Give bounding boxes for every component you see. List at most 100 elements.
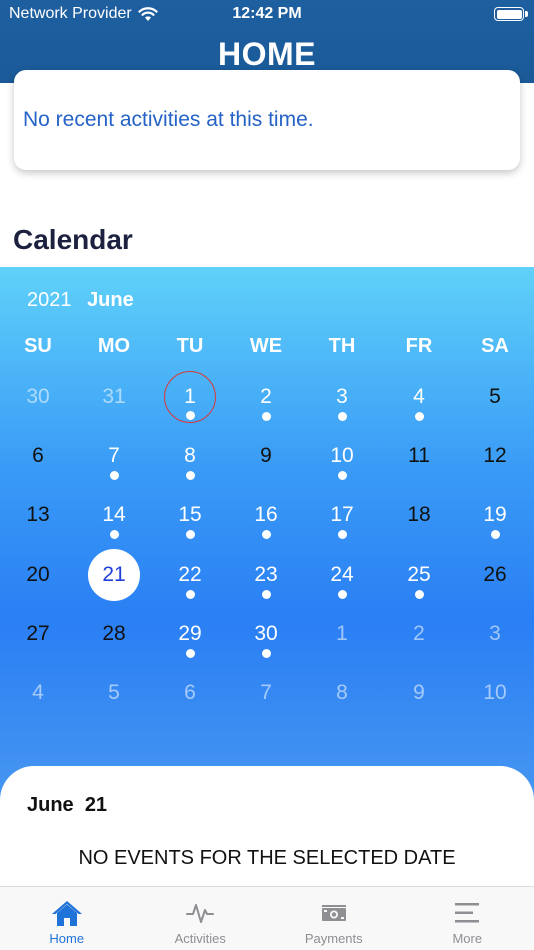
- day-cell[interactable]: 6: [164, 667, 216, 719]
- day-number: 23: [254, 563, 278, 586]
- day-number: 14: [102, 503, 126, 526]
- event-dot: [109, 530, 119, 539]
- day-cell[interactable]: 2: [240, 371, 292, 423]
- day-cell[interactable]: 9: [393, 667, 445, 719]
- day-cell[interactable]: 15: [164, 489, 216, 541]
- day-number: 10: [483, 681, 507, 704]
- day-cell[interactable]: 29: [164, 608, 216, 660]
- day-cell[interactable]: 5: [88, 667, 140, 719]
- day-cell[interactable]: 12: [469, 430, 521, 482]
- day-cell[interactable]: 4: [393, 371, 445, 423]
- day-cell[interactable]: 27: [12, 608, 64, 660]
- day-cell[interactable]: 10: [469, 667, 521, 719]
- event-dot: [337, 530, 347, 539]
- calendar: 2021 June SU MO TU WE TH FR SA 30 31 1 2 3 4 5 6 7 8 9 10…: [0, 267, 534, 837]
- day-cell[interactable]: 9: [240, 430, 292, 482]
- selected-date-sheet: June 21 NO EVENTS FOR THE SELECTED DATE: [0, 766, 534, 886]
- weekday-row: SU MO TU WE TH FR SA: [0, 335, 534, 359]
- day-number: 30: [26, 385, 50, 408]
- day-cell[interactable]: 1: [316, 608, 368, 660]
- day-number: 2: [413, 622, 425, 645]
- day-number: 5: [489, 385, 501, 408]
- day-cell[interactable]: 6: [12, 430, 64, 482]
- day-cell[interactable]: 16: [240, 489, 292, 541]
- day-cell[interactable]: 7: [240, 667, 292, 719]
- day-number: 20: [26, 563, 50, 586]
- event-dot: [261, 530, 271, 539]
- selected-date-month: June: [27, 794, 74, 816]
- day-cell[interactable]: 10: [316, 430, 368, 482]
- day-cell[interactable]: 3: [469, 608, 521, 660]
- day-cell[interactable]: 30: [12, 371, 64, 423]
- event-dot: [414, 590, 424, 599]
- day-cell[interactable]: 18: [393, 489, 445, 541]
- menu-icon: [447, 893, 487, 933]
- day-cell[interactable]: 3: [316, 371, 368, 423]
- home-icon: [47, 893, 87, 933]
- tab-payments[interactable]: Payments: [267, 887, 401, 950]
- day-number: 8: [336, 681, 348, 704]
- day-number: 22: [178, 563, 202, 586]
- day-cell[interactable]: 2: [393, 608, 445, 660]
- day-number: 19: [483, 503, 507, 526]
- day-number: 25: [407, 563, 431, 586]
- day-number: 1: [336, 622, 348, 645]
- event-dot: [185, 649, 195, 658]
- day-cell[interactable]: 7: [88, 430, 140, 482]
- day-cell[interactable]: 13: [12, 489, 64, 541]
- day-cell[interactable]: 14: [88, 489, 140, 541]
- day-cell[interactable]: 20: [12, 549, 64, 601]
- calendar-header: 2021 June: [27, 289, 134, 312]
- event-dot: [185, 530, 195, 539]
- day-cell[interactable]: 11: [393, 430, 445, 482]
- tab-bar: Home Activities Payments More: [0, 886, 534, 950]
- day-cell-selected[interactable]: 21: [88, 549, 140, 601]
- day-number: 10: [330, 444, 354, 467]
- day-cell[interactable]: 30: [240, 608, 292, 660]
- tab-more[interactable]: More: [401, 887, 534, 950]
- day-cell[interactable]: 8: [316, 667, 368, 719]
- tab-home[interactable]: Home: [0, 887, 134, 950]
- battery-icon: [494, 7, 528, 21]
- day-cell-today[interactable]: 1: [164, 371, 216, 423]
- calendar-year[interactable]: 2021: [27, 289, 72, 311]
- day-cell[interactable]: 24: [316, 549, 368, 601]
- event-dot: [337, 471, 347, 480]
- event-dot: [337, 412, 347, 421]
- pulse-icon: [180, 893, 220, 933]
- day-cell[interactable]: 8: [164, 430, 216, 482]
- day-cell[interactable]: 17: [316, 489, 368, 541]
- event-dot: [185, 411, 195, 420]
- day-cell[interactable]: 19: [469, 489, 521, 541]
- event-dot: [261, 649, 271, 658]
- day-number: 26: [483, 563, 507, 586]
- day-cell[interactable]: 4: [12, 667, 64, 719]
- day-number: 28: [102, 622, 126, 645]
- day-number: 17: [330, 503, 354, 526]
- weekday-label: TU: [176, 335, 204, 357]
- day-number: 13: [26, 503, 50, 526]
- event-dot: [109, 471, 119, 480]
- day-cell[interactable]: 28: [88, 608, 140, 660]
- day-cell[interactable]: 22: [164, 549, 216, 601]
- day-number: 12: [483, 444, 507, 467]
- day-number: 16: [254, 503, 278, 526]
- day-number: 31: [102, 385, 126, 408]
- tab-activities[interactable]: Activities: [134, 887, 268, 950]
- calendar-month[interactable]: June: [87, 289, 134, 311]
- event-dot: [490, 530, 500, 539]
- day-cell[interactable]: 23: [240, 549, 292, 601]
- tab-more-label: More: [452, 931, 483, 946]
- day-number: 11: [408, 444, 430, 467]
- day-cell[interactable]: 5: [469, 371, 521, 423]
- day-cell[interactable]: 26: [469, 549, 521, 601]
- day-number: 7: [260, 681, 272, 704]
- weekday-label: WE: [249, 335, 283, 357]
- calendar-section-title: Calendar: [13, 224, 133, 255]
- tab-activities-label: Activities: [174, 931, 226, 946]
- page-title: HOME: [218, 36, 316, 72]
- tab-payments-label: Payments: [304, 931, 363, 946]
- day-number: 5: [108, 681, 120, 704]
- day-cell[interactable]: 31: [88, 371, 140, 423]
- day-cell[interactable]: 25: [393, 549, 445, 601]
